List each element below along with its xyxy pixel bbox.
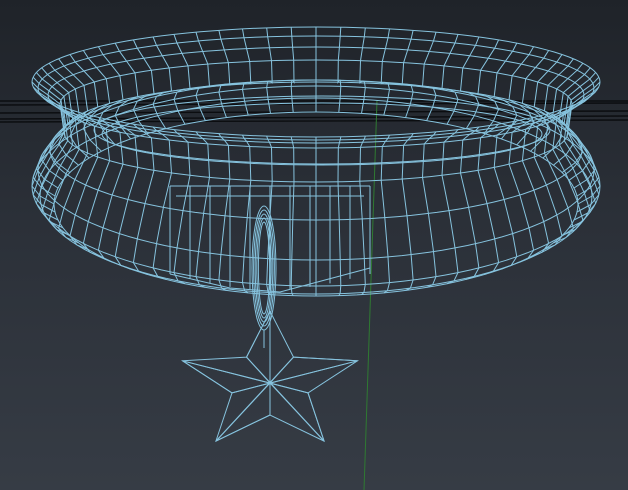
- collar-segment: [218, 133, 231, 291]
- star-edge: [293, 356, 358, 362]
- collar-segment: [533, 109, 563, 251]
- collar-segment: [421, 131, 437, 288]
- star-edge: [182, 360, 233, 394]
- ring-mesh[interactable]: [251, 205, 277, 331]
- collar-segment: [401, 133, 414, 291]
- collar-segment: [173, 129, 191, 285]
- collar-segment: [152, 126, 173, 280]
- collar-segment: [290, 27, 295, 113]
- y-axis-line: [363, 99, 378, 490]
- collar-segment: [380, 134, 391, 294]
- collar-segment: [337, 136, 342, 296]
- star-edge: [231, 382, 271, 394]
- collar-segment: [195, 131, 211, 288]
- ring-loop: [256, 217, 272, 319]
- star-edge: [246, 310, 271, 358]
- collar-segment: [241, 28, 252, 116]
- collar-segment: [290, 136, 295, 296]
- star-pendant-mesh[interactable]: [180, 310, 360, 443]
- collar-segment: [337, 27, 342, 113]
- collar-segment: [459, 126, 480, 280]
- star-edge: [246, 356, 271, 384]
- collar-mesh[interactable]: [31, 26, 601, 297]
- star-edge: [182, 360, 309, 394]
- ring-loop: [257, 221, 271, 315]
- viewport-canvas[interactable]: [0, 0, 628, 490]
- star-edge: [215, 414, 271, 442]
- collar-segment: [441, 129, 459, 285]
- collar-segment: [380, 28, 391, 116]
- star-edge: [215, 356, 294, 442]
- star-edge: [307, 392, 325, 442]
- 3d-viewport[interactable]: [0, 0, 628, 490]
